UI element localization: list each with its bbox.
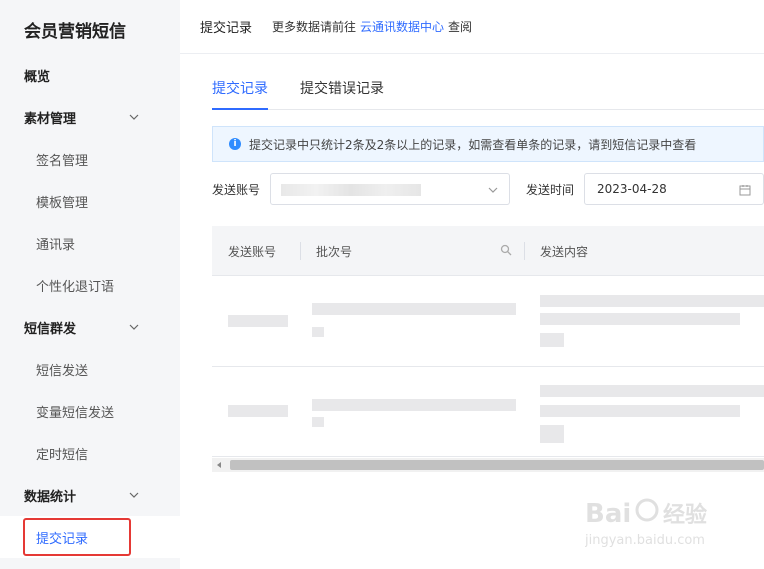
header-more-text: 更多数据请前往: [272, 20, 357, 34]
sidebar-item-sms-send[interactable]: 短信发送: [0, 354, 180, 384]
redacted-content: [540, 385, 764, 397]
sidebar-item-label: 数据统计: [24, 489, 77, 505]
sidebar-item-label: 短信发送: [36, 363, 89, 379]
chevron-down-icon: [129, 492, 139, 498]
info-banner-text: 提交记录中只统计2条及2条以上的记录，如需查看单条的记录，请到短信记录中查看: [249, 137, 697, 152]
svg-text:jingyan.baidu.com: jingyan.baidu.com: [585, 533, 705, 548]
redacted-account: [228, 405, 288, 417]
sidebar-item-label: 模板管理: [36, 195, 89, 211]
baidu-jingyan-watermark: Bai 经验 jingyan.baidu.com: [584, 488, 725, 548]
sidebar-item-overview[interactable]: 概览: [0, 60, 180, 90]
redacted-content: [540, 313, 740, 325]
sidebar: 会员营销短信 概览 素材管理 签名管理 模板管理 通讯录 个性化退订语 短信群发…: [0, 0, 180, 569]
scrollbar-thumb[interactable]: [230, 460, 764, 470]
sidebar-item-unsubscribe[interactable]: 个性化退订语: [0, 270, 180, 300]
redacted-account: [228, 315, 288, 327]
sidebar-item-label: 素材管理: [24, 111, 77, 127]
header-suffix-text: 查阅: [448, 20, 473, 34]
page-title: 提交记录: [200, 21, 253, 36]
account-select-value-redacted: [281, 184, 421, 196]
sidebar-item-label: 通讯录: [36, 237, 76, 253]
redacted-batch: [312, 327, 324, 337]
chevron-down-icon: [488, 187, 498, 193]
redacted-batch: [312, 303, 516, 315]
sidebar-item-label: 变量短信发送: [36, 405, 115, 421]
sidebar-item-variable-sms[interactable]: 变量短信发送: [0, 396, 180, 426]
redacted-batch: [312, 417, 324, 427]
sidebar-item-submit-records[interactable]: 提交记录: [0, 516, 180, 558]
app-title: 会员营销短信: [24, 22, 126, 42]
sidebar-item-label: 个性化退订语: [36, 279, 115, 295]
sidebar-item-signature[interactable]: 签名管理: [0, 144, 180, 174]
info-banner: i 提交记录中只统计2条及2条以上的记录，如需查看单条的记录，请到短信记录中查看: [212, 126, 764, 162]
tab-bar: 提交记录 提交错误记录: [212, 74, 764, 110]
account-select[interactable]: [270, 173, 510, 205]
redacted-content: [540, 333, 564, 347]
sidebar-item-label: 提交记录: [36, 531, 89, 547]
column-divider: [300, 242, 301, 260]
sidebar-item-materials[interactable]: 素材管理: [0, 102, 180, 132]
sidebar-item-label: 概览: [24, 69, 51, 85]
column-header-batch: 批次号: [316, 245, 353, 259]
table-header: 发送账号 批次号 发送内容: [212, 226, 764, 276]
time-filter-label: 发送时间: [526, 183, 575, 197]
search-icon[interactable]: [500, 244, 512, 256]
column-divider: [524, 242, 525, 260]
scroll-left-icon[interactable]: [214, 460, 224, 470]
redacted-content: [540, 295, 764, 307]
baidu-logo-icon: Bai 经验 jingyan.baidu.com: [584, 498, 707, 548]
sidebar-item-label: 定时短信: [36, 447, 89, 463]
svg-text:经验: 经验: [663, 502, 707, 528]
data-center-link[interactable]: 云通讯数据中心: [360, 18, 444, 35]
page-header: 提交记录 更多数据请前往 云通讯数据中心 查阅: [180, 0, 764, 54]
table-row[interactable]: [212, 367, 764, 457]
redacted-content: [540, 405, 740, 417]
sidebar-item-scheduled-sms[interactable]: 定时短信: [0, 438, 180, 468]
sidebar-item-label: 短信群发: [24, 321, 77, 337]
info-icon: i: [229, 138, 241, 150]
redacted-batch: [312, 399, 516, 411]
chevron-down-icon: [129, 324, 139, 330]
svg-text:Bai: Bai: [585, 499, 631, 529]
sidebar-item-label: 签名管理: [36, 153, 89, 169]
column-header-content: 发送内容: [540, 245, 589, 259]
date-picker-value: 2023-04-28: [597, 182, 667, 196]
tab-submit-error-records[interactable]: 提交错误记录: [300, 78, 384, 110]
tab-submit-records[interactable]: 提交记录: [212, 78, 268, 110]
table-row[interactable]: [212, 277, 764, 367]
chevron-down-icon: [129, 114, 139, 120]
sidebar-item-statistics[interactable]: 数据统计: [0, 480, 180, 510]
sidebar-item-templates[interactable]: 模板管理: [0, 186, 180, 216]
account-filter-label: 发送账号: [212, 183, 261, 197]
redacted-content: [540, 425, 564, 443]
date-picker[interactable]: 2023-04-28: [584, 173, 764, 205]
sidebar-item-contacts[interactable]: 通讯录: [0, 228, 180, 258]
calendar-icon: [739, 185, 751, 196]
sidebar-item-sms-broadcast[interactable]: 短信群发: [0, 312, 180, 342]
column-header-account: 发送账号: [228, 245, 277, 259]
